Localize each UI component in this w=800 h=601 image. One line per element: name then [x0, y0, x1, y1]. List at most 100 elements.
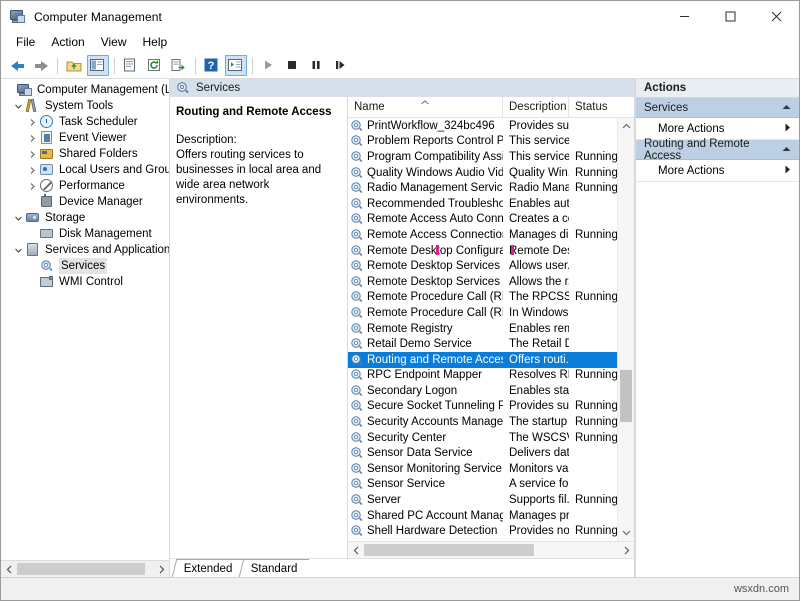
start-service-button[interactable]: [258, 55, 280, 76]
scroll-thumb[interactable]: [620, 370, 632, 422]
properties-button[interactable]: [120, 55, 142, 76]
refresh-button[interactable]: [144, 55, 166, 76]
description-label: Description:: [176, 134, 237, 146]
back-button[interactable]: [6, 55, 28, 76]
table-row[interactable]: Recommended Troublesho... Enables aut...: [348, 196, 617, 212]
table-row[interactable]: Program Compatibility Assi... This servic…: [348, 149, 617, 165]
tree-horizontal-scrollbar[interactable]: [1, 560, 169, 577]
table-row[interactable]: Remote Desktop Services Allows user...: [348, 258, 617, 274]
menu-view[interactable]: View: [93, 33, 135, 52]
column-header-description[interactable]: Description: [503, 97, 569, 117]
chevron-right-icon[interactable]: [26, 182, 39, 191]
chevron-right-icon[interactable]: [26, 134, 39, 143]
scroll-track[interactable]: [364, 542, 618, 558]
cell-name: Problem Reports Control Pa...: [348, 134, 503, 148]
table-row[interactable]: Sensor Service A service fo...: [348, 477, 617, 493]
tree-node-label: Task Scheduler: [59, 116, 138, 128]
close-button[interactable]: [753, 1, 799, 32]
up-one-level-button[interactable]: [63, 55, 85, 76]
table-row[interactable]: Quality Windows Audio Vid... Quality Win.…: [348, 165, 617, 181]
table-row[interactable]: RPC Endpoint Mapper Resolves RP... Running: [348, 368, 617, 384]
table-row[interactable]: Remote Access Connection... Manages di...…: [348, 227, 617, 243]
column-header-status[interactable]: Status: [569, 97, 619, 117]
list-horizontal-scrollbar[interactable]: [348, 541, 634, 558]
action-more-actions-routing[interactable]: More Actions: [636, 160, 799, 182]
chevron-right-icon[interactable]: [26, 166, 39, 175]
table-row[interactable]: Security Accounts Manager The startup ...…: [348, 414, 617, 430]
caret-up-icon[interactable]: [782, 145, 791, 154]
tree-node-storage[interactable]: Storage: [1, 210, 169, 226]
pause-service-button[interactable]: [306, 55, 328, 76]
tree-node-system-tools[interactable]: System Tools: [1, 98, 169, 114]
tree-node-wmi-control[interactable]: WMI Control: [1, 274, 169, 290]
show-hide-console-tree-button[interactable]: [87, 55, 109, 76]
tree-node-event-viewer[interactable]: Event Viewer: [1, 130, 169, 146]
table-row[interactable]: Server Supports fil... Running: [348, 492, 617, 508]
tree-node-services[interactable]: Services: [1, 258, 169, 274]
table-row[interactable]: Remote Procedure Call (RPC) The RPCSS s..…: [348, 290, 617, 306]
scroll-thumb[interactable]: [17, 563, 145, 575]
show-hide-action-pane-button[interactable]: [225, 55, 247, 76]
service-gear-icon: [350, 431, 364, 445]
table-row[interactable]: Secure Socket Tunneling Pr... Provides su…: [348, 399, 617, 415]
table-row[interactable]: Sensor Monitoring Service Monitors va...: [348, 461, 617, 477]
table-row[interactable]: Retail Demo Service The Retail D...: [348, 336, 617, 352]
caret-up-icon[interactable]: [782, 103, 791, 112]
cell-description: The Retail D...: [509, 338, 569, 351]
chevron-down-icon[interactable]: [12, 102, 25, 111]
table-row[interactable]: Remote Procedure Call (RP... In Windows..…: [348, 305, 617, 321]
table-row[interactable]: Remote Access Auto Conne... Creates a co.…: [348, 212, 617, 228]
scroll-track[interactable]: [618, 134, 634, 525]
table-row[interactable]: Security Center The WSCSV... Running: [348, 430, 617, 446]
menu-action[interactable]: Action: [43, 33, 92, 52]
table-row[interactable]: Secondary Logon Enables star...: [348, 383, 617, 399]
list-vertical-scrollbar[interactable]: [617, 118, 634, 541]
tree-node-performance[interactable]: Performance: [1, 178, 169, 194]
chevron-right-icon[interactable]: [26, 118, 39, 127]
tree-node-local-users-and-groups[interactable]: Local Users and Groups: [1, 162, 169, 178]
stop-service-button[interactable]: [282, 55, 304, 76]
restart-service-button[interactable]: [330, 55, 352, 76]
scroll-right-button[interactable]: [618, 542, 634, 558]
tree-node-device-manager[interactable]: Device Manager: [1, 194, 169, 210]
chevron-down-icon[interactable]: [12, 246, 25, 255]
scroll-left-button[interactable]: [1, 561, 17, 577]
tree-node-computer-management[interactable]: Computer Management (Local: [1, 82, 169, 98]
chevron-right-icon[interactable]: [26, 150, 39, 159]
table-row[interactable]: Routing and Remote Access Offers routi...: [348, 351, 617, 368]
table-row[interactable]: Remote Desktop Configurat...Remote Des..…: [348, 243, 617, 259]
table-row[interactable]: Remote Registry Enables rem...: [348, 321, 617, 337]
table-row[interactable]: Remote Desktop Services U... Allows the r…: [348, 274, 617, 290]
tab-standard[interactable]: Standard: [238, 559, 309, 577]
actions-section-routing-and-remote-access[interactable]: Routing and Remote Access: [636, 138, 799, 162]
table-row[interactable]: Radio Management Service Radio Mana... Run…: [348, 180, 617, 196]
table-row[interactable]: PrintWorkflow_324bc496 Provides su...: [348, 118, 617, 134]
scroll-right-button[interactable]: [153, 561, 169, 577]
scroll-up-button[interactable]: [618, 118, 634, 134]
menu-help[interactable]: Help: [135, 33, 176, 52]
scroll-down-button[interactable]: [618, 525, 634, 541]
scroll-track[interactable]: [17, 561, 153, 577]
tab-extended[interactable]: Extended: [171, 559, 244, 577]
tree-node-disk-management[interactable]: Disk Management: [1, 226, 169, 242]
chevron-down-icon[interactable]: [12, 214, 25, 223]
minimize-button[interactable]: [661, 1, 707, 32]
help-button[interactable]: ?: [201, 55, 223, 76]
export-list-button[interactable]: [168, 55, 190, 76]
column-header-name[interactable]: Name: [348, 97, 503, 117]
tree-node-services-and-applications[interactable]: Services and Applications: [1, 242, 169, 258]
scroll-thumb[interactable]: [364, 544, 534, 556]
service-name-label: Remote Registry: [367, 322, 453, 335]
table-row[interactable]: Sensor Data Service Delivers dat...: [348, 445, 617, 461]
table-row[interactable]: Shell Hardware Detection Provides no... Ru…: [348, 523, 617, 539]
tree-node-task-scheduler[interactable]: Task Scheduler: [1, 114, 169, 130]
tree-node-shared-folders[interactable]: Shared Folders: [1, 146, 169, 162]
scroll-left-button[interactable]: [348, 542, 364, 558]
forward-button[interactable]: [30, 55, 52, 76]
actions-section-services[interactable]: Services: [636, 98, 799, 118]
view-tabs: Extended Standard: [170, 558, 634, 577]
menu-file[interactable]: File: [8, 33, 43, 52]
maximize-button[interactable]: [707, 1, 753, 32]
table-row[interactable]: Problem Reports Control Pa... This servic…: [348, 134, 617, 150]
table-row[interactable]: Shared PC Account Manager Manages pr...: [348, 508, 617, 524]
